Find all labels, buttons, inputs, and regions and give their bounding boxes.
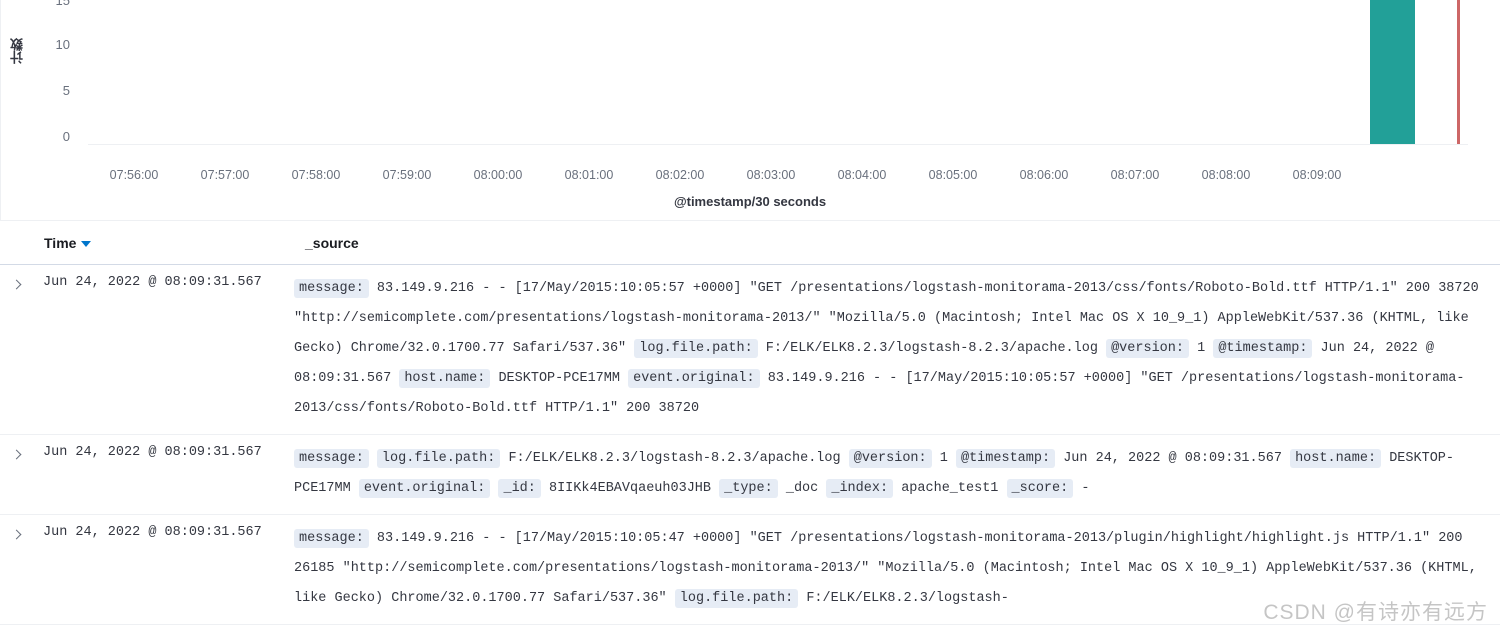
expand-row-button[interactable] — [0, 274, 32, 424]
field-key[interactable]: log.file.path: — [376, 449, 501, 468]
field-key[interactable]: event.original: — [358, 479, 491, 498]
cell-time: Jun 24, 2022 @ 08:09:31.567 — [43, 275, 262, 290]
cell-time: Jun 24, 2022 @ 08:09:31.567 — [43, 445, 262, 460]
table-row[interactable]: Jun 24, 2022 @ 08:09:31.567 message: 83.… — [0, 515, 1500, 625]
table-row[interactable]: Jun 24, 2022 @ 08:09:31.567 message: 83.… — [0, 265, 1500, 435]
field-key[interactable]: @version: — [848, 449, 932, 468]
x-tick-10: 08:06:00 — [1019, 168, 1069, 182]
field-key[interactable]: event.original: — [628, 369, 760, 388]
x-tick-13: 08:09:00 — [1292, 168, 1342, 182]
field-value: 8IIKk4EBAVqaeuh03JHB — [548, 481, 712, 496]
field-key[interactable]: message: — [294, 449, 369, 468]
y-tick-5: 5 — [62, 83, 70, 98]
x-tick-12: 08:08:00 — [1201, 168, 1251, 182]
y-tick-15: 15 — [55, 0, 70, 8]
x-tick-5: 08:01:00 — [564, 168, 614, 182]
cell-source: message: 83.149.9.216 - - [17/May/2015:1… — [294, 524, 1500, 614]
x-tick-7: 08:03:00 — [746, 168, 796, 182]
y-tick-0: 0 — [62, 129, 70, 144]
field-key[interactable]: _score: — [1006, 479, 1074, 498]
expand-row-button[interactable] — [0, 444, 32, 504]
field-key[interactable]: message: — [294, 529, 369, 548]
cell-source: message: 83.149.9.216 - - [17/May/2015:1… — [294, 274, 1500, 424]
histogram-bar[interactable] — [1370, 0, 1415, 144]
field-value: _doc — [785, 481, 819, 496]
x-tick-0: 07:56:00 — [109, 168, 159, 182]
field-key[interactable]: _id: — [498, 479, 541, 498]
x-tick-2: 07:58:00 — [291, 168, 341, 182]
histogram-chart: 计数 15 10 5 0 07:56:00 07:57:00 07:58:00 … — [0, 0, 1500, 220]
field-value: apache_test1 — [901, 481, 999, 496]
field-key[interactable]: host.name: — [399, 369, 491, 388]
table-row[interactable]: Jun 24, 2022 @ 08:09:31.567 message: log… — [0, 435, 1500, 515]
time-marker-line — [1457, 0, 1460, 144]
cell-source: message: log.file.path: F:/ELK/ELK8.2.3/… — [294, 444, 1500, 504]
y-tick-10: 10 — [55, 37, 70, 52]
field-key[interactable]: message: — [294, 279, 369, 298]
y-axis-ticks: 15 10 5 0 — [30, 0, 70, 152]
x-tick-1: 07:57:00 — [200, 168, 250, 182]
x-tick-11: 08:07:00 — [1110, 168, 1160, 182]
field-value: F:/ELK/ELK8.2.3/logstash-8.2.3/apache.lo… — [508, 451, 841, 466]
chevron-right-icon — [11, 529, 22, 540]
chevron-right-icon — [11, 449, 22, 460]
discover-page: 计数 15 10 5 0 07:56:00 07:57:00 07:58:00 … — [0, 0, 1500, 634]
field-key[interactable]: log.file.path: — [634, 339, 758, 358]
x-tick-6: 08:02:00 — [655, 168, 705, 182]
x-axis-title: @timestamp/30 seconds — [673, 194, 827, 209]
cell-time: Jun 24, 2022 @ 08:09:31.567 — [43, 525, 262, 540]
x-axis-ticks: 07:56:00 07:57:00 07:58:00 07:59:00 08:0… — [88, 168, 1468, 188]
field-key[interactable]: host.name: — [1290, 449, 1382, 468]
x-tick-3: 07:59:00 — [382, 168, 432, 182]
field-key[interactable]: @timestamp: — [1213, 339, 1313, 358]
expand-row-button[interactable] — [0, 524, 32, 614]
field-value: 1 — [1197, 341, 1206, 356]
column-header-source-label: _source — [305, 234, 359, 251]
chart-left-border — [0, 0, 1, 220]
field-key[interactable]: @timestamp: — [955, 449, 1056, 468]
field-key[interactable]: @version: — [1106, 339, 1189, 358]
column-header-source[interactable]: _source — [305, 235, 359, 251]
field-value: 1 — [939, 451, 948, 466]
field-value: DESKTOP-PCE17MM — [498, 371, 620, 386]
documents-table: Time _source Jun 24, 2022 @ 08:09:31.567… — [0, 220, 1500, 625]
column-header-time-label: Time — [44, 234, 77, 251]
x-tick-4: 08:00:00 — [473, 168, 523, 182]
field-key[interactable]: _index: — [826, 479, 894, 498]
field-key[interactable]: log.file.path: — [674, 589, 799, 608]
caret-down-icon[interactable] — [81, 241, 92, 247]
field-value: Jun 24, 2022 @ 08:09:31.567 — [1063, 451, 1282, 466]
x-tick-8: 08:04:00 — [837, 168, 887, 182]
plot-area — [88, 0, 1468, 145]
field-value: F:/ELK/ELK8.2.3/logstash- — [806, 591, 1009, 606]
field-value: F:/ELK/ELK8.2.3/logstash-8.2.3/apache.lo… — [765, 341, 1098, 356]
field-value: - — [1081, 481, 1090, 496]
table-header-row: Time _source — [0, 221, 1500, 265]
column-header-time[interactable]: Time — [44, 234, 92, 251]
chevron-right-icon — [11, 279, 22, 290]
field-key[interactable]: _type: — [719, 479, 778, 498]
x-tick-9: 08:05:00 — [928, 168, 978, 182]
